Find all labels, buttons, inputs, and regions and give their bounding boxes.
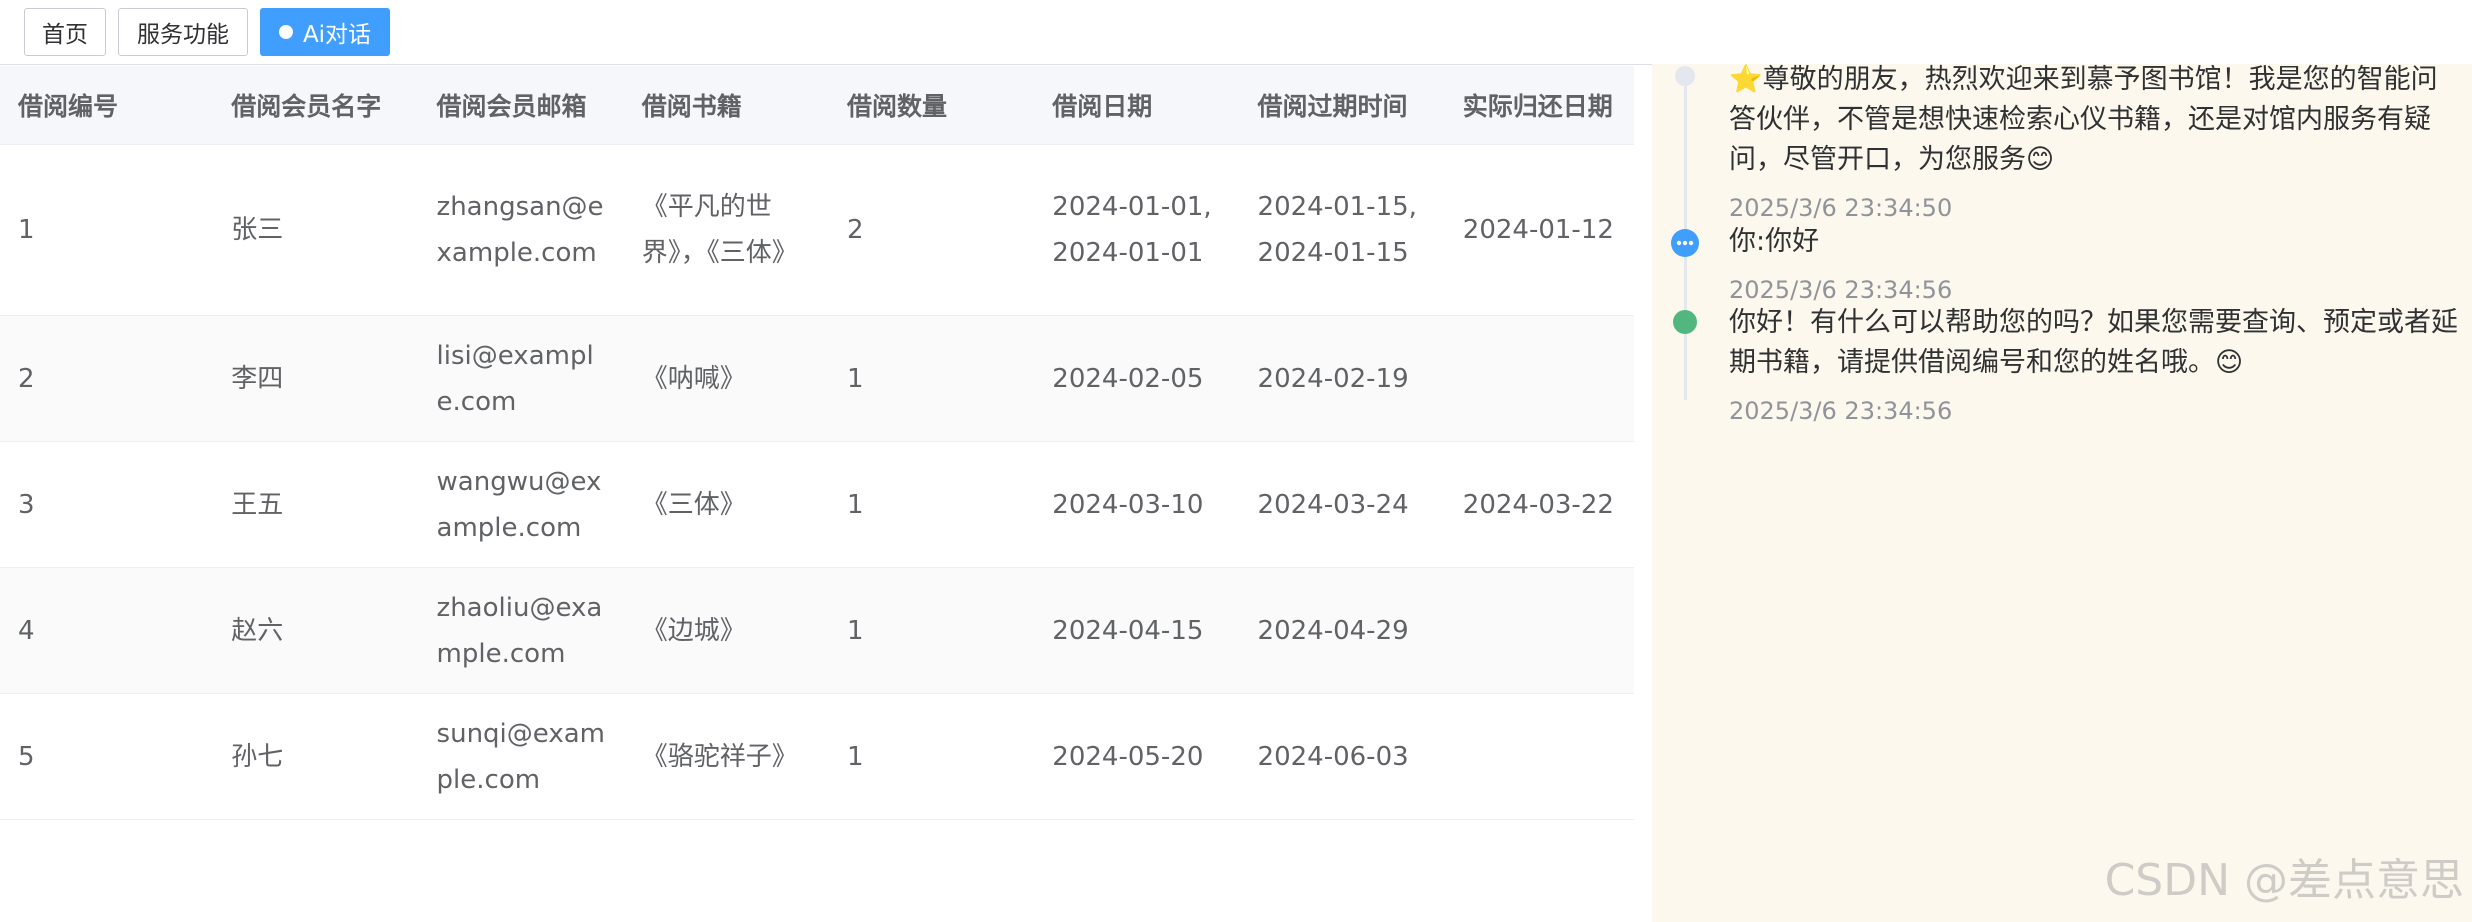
cell-member-name: 赵六 (213, 567, 419, 694)
borrow-records-table: 借阅编号 借阅会员名字 借阅会员邮箱 借阅书籍 借阅数量 借阅日期 借阅过期时间… (0, 66, 1634, 820)
tab-home[interactable]: 首页 (24, 8, 106, 56)
cell-member-name: 张三 (213, 144, 419, 316)
cell-borrow-id: 5 (0, 693, 214, 820)
table-row[interactable]: 5 孙七 sunqi@example.com 《骆驼祥子》 1 2024-05-… (0, 693, 1634, 820)
chat-message-assistant: 你好！有什么可以帮助您的吗？如果您需要查询、预定或者延期书籍，请提供借阅编号和您… (1729, 307, 2458, 378)
cell-borrow-id: 4 (0, 567, 214, 694)
header-due-date[interactable]: 借阅过期时间 (1239, 66, 1445, 145)
cell-member-name: 王五 (213, 441, 419, 568)
cell-borrow-id: 1 (0, 144, 214, 316)
cell-books: 《呐喊》 (623, 315, 830, 442)
table-row[interactable]: 1 张三 zhangsan@example.com 《平凡的世界》，《三体》 2… (0, 144, 1634, 316)
cell-borrow-date: 2024-02-05 (1034, 315, 1240, 442)
header-quantity[interactable]: 借阅数量 (829, 66, 1035, 145)
cell-due-date: 2024-03-24 (1239, 441, 1445, 568)
cell-member-email: sunqi@example.com (418, 693, 624, 820)
cell-return-date (1444, 315, 1634, 442)
cell-books: 《骆驼祥子》 (623, 693, 830, 820)
tab-services[interactable]: 服务功能 (118, 8, 248, 56)
cell-quantity: 1 (829, 441, 1035, 568)
chat-timestamp: 2025/3/6 23:34:50 (1729, 194, 1953, 222)
cell-member-email: wangwu@example.com (418, 441, 624, 568)
system-node-icon (1675, 66, 1695, 86)
cell-quantity: 2 (829, 144, 1035, 316)
cell-books: 《边城》 (623, 567, 830, 694)
cell-member-name: 孙七 (213, 693, 419, 820)
chat-timestamp: 2025/3/6 23:34:56 (1729, 397, 1953, 425)
top-tab-bar: 首页 服务功能 Ai对话 (0, 0, 2472, 65)
assistant-node-icon (1673, 310, 1697, 334)
cell-due-date: 2024-04-29 (1239, 567, 1445, 694)
cell-member-email: zhangsan@example.com (418, 144, 624, 316)
tab-ai-chat[interactable]: Ai对话 (260, 8, 390, 56)
header-member-email[interactable]: 借阅会员邮箱 (418, 66, 624, 145)
cell-borrow-id: 3 (0, 441, 214, 568)
header-return-date[interactable]: 实际归还日期 (1444, 66, 1634, 145)
header-member-name[interactable]: 借阅会员名字 (213, 66, 419, 145)
cell-member-email: lisi@example.com (418, 315, 624, 442)
cell-borrow-id: 2 (0, 315, 214, 442)
table-row[interactable]: 2 李四 lisi@example.com 《呐喊》 1 2024-02-05 … (0, 315, 1634, 442)
table-header-row: 借阅编号 借阅会员名字 借阅会员邮箱 借阅书籍 借阅数量 借阅日期 借阅过期时间… (0, 66, 1634, 145)
cell-return-date (1444, 693, 1634, 820)
table-row[interactable]: 3 王五 wangwu@example.com 《三体》 1 2024-03-1… (0, 441, 1634, 568)
cell-return-date (1444, 567, 1634, 694)
cell-due-date: 2024-06-03 (1239, 693, 1445, 820)
cell-member-email: zhaoliu@example.com (418, 567, 624, 694)
cell-return-date: 2024-03-22 (1444, 441, 1634, 568)
ai-chat-panel (1652, 64, 2472, 922)
cell-quantity: 1 (829, 315, 1035, 442)
header-borrow-id[interactable]: 借阅编号 (0, 66, 214, 145)
cell-borrow-date: 2024-03-10 (1034, 441, 1240, 568)
chat-timestamp: 2025/3/6 23:34:56 (1729, 276, 1953, 304)
cell-quantity: 1 (829, 567, 1035, 694)
cell-borrow-date: 2024-05-20 (1034, 693, 1240, 820)
active-dot-icon (278, 25, 293, 39)
chat-message-user: 你:你好 (1729, 226, 1820, 257)
cell-books: 《平凡的世界》，《三体》 (623, 144, 830, 316)
table-row[interactable]: 4 赵六 zhaoliu@example.com 《边城》 1 2024-04-… (0, 567, 1634, 694)
cell-borrow-date: 2024-01-01, 2024-01-01 (1034, 144, 1240, 316)
watermark: CSDN @差点意思 (2104, 855, 2464, 906)
cell-due-date: 2024-01-15, 2024-01-15 (1239, 144, 1445, 316)
header-books[interactable]: 借阅书籍 (623, 66, 830, 145)
cell-member-name: 李四 (213, 315, 419, 442)
cell-return-date: 2024-01-12 (1444, 144, 1634, 316)
chat-message-system: ⭐尊敬的朋友，热烈欢迎来到慕予图书馆！我是您的智能问答伙伴，不管是想快速检索心仪… (1729, 64, 2438, 175)
cell-borrow-date: 2024-04-15 (1034, 567, 1240, 694)
cell-books: 《三体》 (623, 441, 830, 568)
cell-due-date: 2024-02-19 (1239, 315, 1445, 442)
tab-ai-chat-label: Ai对话 (302, 22, 372, 48)
header-borrow-date[interactable]: 借阅日期 (1034, 66, 1240, 145)
user-node-icon (1671, 229, 1699, 257)
cell-quantity: 1 (829, 693, 1035, 820)
